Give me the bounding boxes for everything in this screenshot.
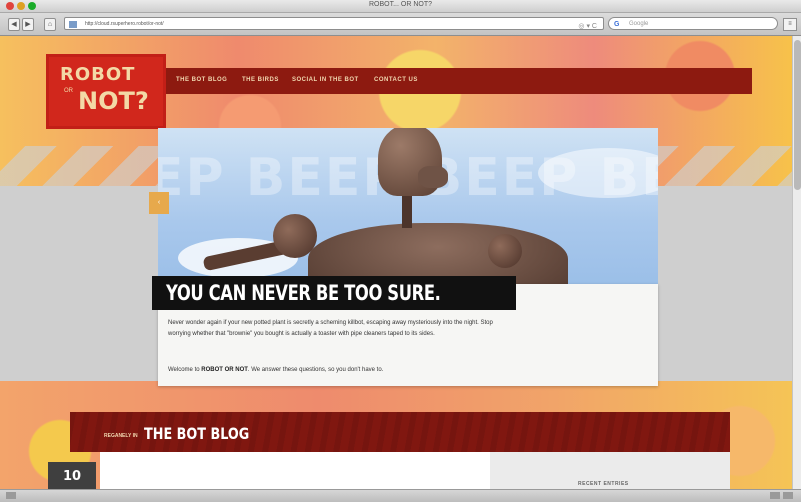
browser-toolbar: ◀ ▶ ⌂ http://cloud.rsuperhero.robot/or-n… <box>0 13 801 36</box>
nav-item-birds[interactable]: THE BIRDS <box>242 77 279 83</box>
logo-word-not: NOT? <box>78 87 149 115</box>
welcome-prefix: Welcome to <box>168 367 202 373</box>
post-date-badge: 10 <box>48 462 96 489</box>
intro-paragraph: Never wonder again if your new potted pl… <box>168 320 493 337</box>
site-logo[interactable]: ROBOT OR NOT? <box>46 54 166 129</box>
robot-neck <box>402 194 412 228</box>
welcome-suffix: . We answer these questions, so you don'… <box>247 367 384 373</box>
menu-button[interactable]: ≡ <box>783 18 797 31</box>
search-input[interactable]: G Google <box>608 17 778 30</box>
nav-item-contact[interactable]: CONTACT US <box>374 77 418 83</box>
nav-item-bot-blog[interactable]: THE BOT BLOG <box>176 77 227 83</box>
main-nav: THE BOT BLOG THE BIRDS SOCIAL IN THE BOT… <box>166 68 752 94</box>
robot-eye <box>418 166 448 188</box>
hero-image: EP BEEP BEEP BEEP BE <box>158 128 658 284</box>
scrollbar-thumb[interactable] <box>794 40 801 190</box>
logo-word-robot: ROBOT <box>60 64 136 85</box>
blog-small-label: REGANELY IN <box>104 433 138 439</box>
google-icon: G <box>614 21 620 28</box>
status-bar <box>0 489 801 502</box>
web-page: ROBOT OR NOT? THE BOT BLOG THE BIRDS SOC… <box>0 36 792 489</box>
search-placeholder: Google <box>629 21 649 27</box>
robot-shoulder-right <box>488 234 522 268</box>
address-bar[interactable]: http://cloud.rsuperhero.robot/or-not/ ◎ … <box>64 17 604 30</box>
recent-entries-heading: RECENT ENTRIES <box>578 481 629 487</box>
status-right-icon <box>770 492 780 499</box>
reload-icon[interactable]: ◎ ▾ C <box>578 20 597 33</box>
welcome-paragraph: Welcome to ROBOT OR NOT. We answer these… <box>168 365 508 376</box>
home-button[interactable]: ⌂ <box>44 18 56 31</box>
status-left-icon <box>6 492 16 499</box>
robot-shoulder-left <box>273 214 317 258</box>
back-button[interactable]: ◀ <box>8 18 20 31</box>
blog-title[interactable]: THE BOT BLOG <box>144 424 249 443</box>
blog-post-card <box>100 452 490 489</box>
window-titlebar: ROBOT... OR NOT? <box>0 0 801 13</box>
vertical-scrollbar[interactable] <box>792 36 801 489</box>
logo-word-or: OR <box>64 88 73 94</box>
window-title: ROBOT... OR NOT? <box>368 1 432 8</box>
headline-text: YOU CAN NEVER BE TOO SURE. <box>166 281 441 305</box>
favicon-icon <box>69 21 77 28</box>
welcome-brand: ROBOT OR NOT <box>201 367 248 373</box>
nav-item-social[interactable]: SOCIAL IN THE BOT <box>292 77 359 83</box>
address-url: http://cloud.rsuperhero.robot/or-not/ <box>85 21 164 27</box>
robot-body <box>308 223 568 284</box>
resize-grip-icon[interactable] <box>783 492 793 499</box>
headline-banner: YOU CAN NEVER BE TOO SURE. <box>152 276 516 310</box>
slide-prev-button[interactable]: ‹ <box>149 192 169 214</box>
forward-button[interactable]: ▶ <box>22 18 34 31</box>
